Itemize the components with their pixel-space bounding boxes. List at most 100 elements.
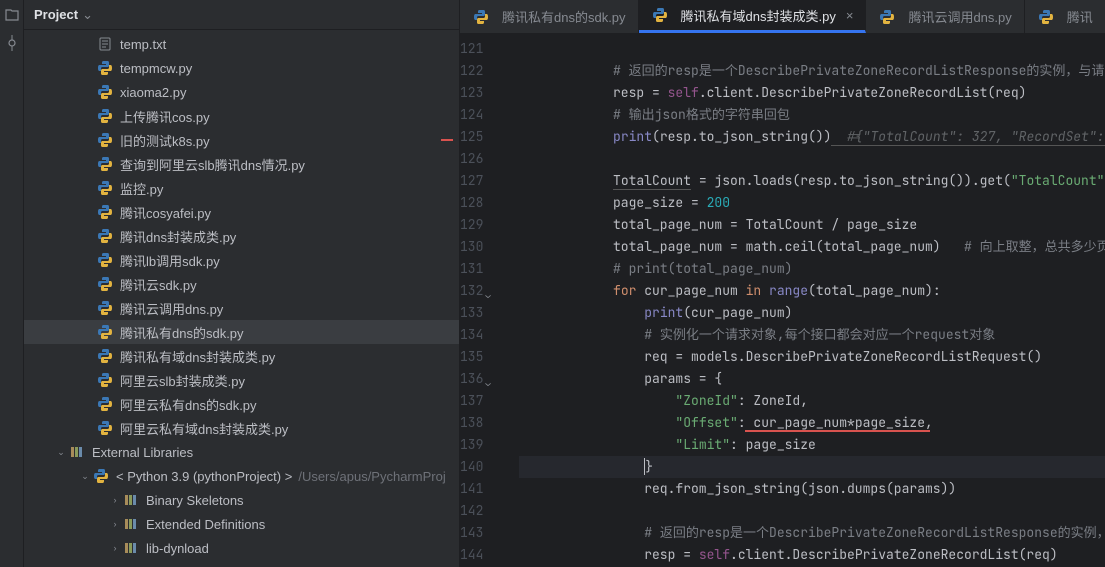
code-line[interactable]: total_page_num = TotalCount / page_size xyxy=(519,214,1105,236)
python-file-icon xyxy=(96,155,114,173)
file-tree[interactable]: temp.txttempmcw.pyxiaoma2.py 上传腾讯cos.py 旧的… xyxy=(24,30,459,567)
code-line[interactable]: req.from_json_string(json.dumps(params)) xyxy=(519,478,1105,500)
error-marker xyxy=(441,139,453,141)
file-item[interactable]: 阿里云私有dns的sdk.py xyxy=(24,392,459,416)
code-line[interactable]: params = { xyxy=(519,368,1105,390)
file-name-label: 阿里云slb封装成类.py xyxy=(120,371,245,390)
file-item[interactable]: tempmcw.py xyxy=(24,56,459,80)
code-line[interactable] xyxy=(519,38,1105,60)
file-name-label: 上传腾讯cos.py xyxy=(120,107,210,126)
file-name-label: 旧的测试k8s.py xyxy=(120,131,210,150)
file-item[interactable]: 腾讯cosyafei.py xyxy=(24,200,459,224)
editor-tab[interactable]: 腾讯私有dns的sdk.py xyxy=(460,0,639,33)
python-file-icon xyxy=(92,467,110,485)
lib-child-node[interactable]: ›Extended Definitions xyxy=(24,512,459,536)
line-number: 132 xyxy=(460,280,483,302)
sidebar-header[interactable]: Project ⌄ xyxy=(24,0,459,30)
code-area[interactable]: ⌄⌄ 1211221231241251261271281291301311321… xyxy=(460,34,1105,567)
file-item[interactable]: 腾讯lb调用sdk.py xyxy=(24,248,459,272)
file-item[interactable]: 阿里云私有域dns封装成类.py xyxy=(24,416,459,440)
file-item[interactable]: 腾讯dns封装成类.py xyxy=(24,224,459,248)
library-icon xyxy=(122,491,140,509)
code-line[interactable]: # 输出json格式的字符串回包 xyxy=(519,104,1105,126)
python-env-node[interactable]: ⌄ < Python 3.9 (pythonProject) > /Users/ap… xyxy=(24,464,459,488)
file-item[interactable]: 腾讯云调用dns.py xyxy=(24,296,459,320)
file-item[interactable]: 上传腾讯cos.py xyxy=(24,104,459,128)
library-icon xyxy=(122,515,140,533)
file-item[interactable]: 阿里云slb封装成类.py xyxy=(24,368,459,392)
file-item[interactable]: xiaoma2.py xyxy=(24,80,459,104)
python-file-icon xyxy=(96,131,114,149)
line-number: 123 xyxy=(460,82,483,104)
code-line[interactable]: "Limit": page_size xyxy=(519,434,1105,456)
editor-tab[interactable]: 腾讯云调用dns.py xyxy=(866,0,1024,33)
commit-tool-icon[interactable] xyxy=(3,34,21,52)
file-item[interactable]: 腾讯云sdk.py xyxy=(24,272,459,296)
line-number: 129 xyxy=(460,214,483,236)
line-number: 138 xyxy=(460,412,483,434)
tab-label: 腾讯私有域dns封装成类.py xyxy=(681,6,836,25)
file-name-label: 腾讯lb调用sdk.py xyxy=(120,251,220,270)
editor-tabs[interactable]: 腾讯私有dns的sdk.py 腾讯私有域dns封装成类.py × 腾讯云调用dns.p… xyxy=(460,0,1105,34)
file-name-label: 监控.py xyxy=(120,179,163,198)
external-libraries-node[interactable]: ⌄External Libraries xyxy=(24,440,459,464)
code-line[interactable] xyxy=(519,148,1105,170)
line-number: 135 xyxy=(460,346,483,368)
close-icon[interactable]: × xyxy=(846,8,854,23)
code-line[interactable] xyxy=(519,500,1105,522)
code-line[interactable]: print(cur_page_num) xyxy=(519,302,1105,324)
file-item[interactable]: 腾讯私有域dns封装成类.py xyxy=(24,344,459,368)
line-number: 142 xyxy=(460,500,483,522)
code-line[interactable]: # 返回的resp是一个DescribePrivateZoneRecordLis… xyxy=(519,60,1105,82)
fold-toggle-icon[interactable]: ⌄ xyxy=(485,372,490,394)
line-number: 122 xyxy=(460,60,483,82)
code-line[interactable]: # 实例化一个请求对象,每个接口都会对应一个request对象 xyxy=(519,324,1105,346)
code-line[interactable]: print(resp.to_json_string()) #{"TotalCou… xyxy=(519,126,1105,148)
file-name-label: 阿里云私有域dns封装成类.py xyxy=(120,419,288,438)
line-number: 143 xyxy=(460,522,483,544)
editor-area: 腾讯私有dns的sdk.py 腾讯私有域dns封装成类.py × 腾讯云调用dns.p… xyxy=(460,0,1105,567)
file-name-label: 查询到阿里云slb腾讯dns情况.py xyxy=(120,155,305,174)
file-item[interactable]: temp.txt xyxy=(24,32,459,56)
node-label: lib-dynload xyxy=(146,541,209,556)
code-line[interactable]: } xyxy=(519,456,1105,478)
line-number: 126 xyxy=(460,148,483,170)
file-item[interactable]: 腾讯私有dns的sdk.py xyxy=(24,320,459,344)
code-line[interactable]: for cur_page_num in range(total_page_num… xyxy=(519,280,1105,302)
line-number: 121 xyxy=(460,38,483,60)
code-line[interactable]: TotalCount = json.loads(resp.to_json_str… xyxy=(519,170,1105,192)
node-path: /Users/apus/PycharmProj xyxy=(298,469,445,484)
fold-toggle-icon[interactable]: ⌄ xyxy=(485,284,490,306)
chevron-down-icon: ⌄ xyxy=(54,447,68,458)
lib-child-node[interactable]: › lib-dynload xyxy=(24,536,459,560)
code-line[interactable]: page_size = 200 xyxy=(519,192,1105,214)
code-line[interactable]: "Offset": cur_page_num*page_size, xyxy=(519,412,1105,434)
code-line[interactable]: # print(total_page_num) xyxy=(519,258,1105,280)
chevron-down-icon: ⌄ xyxy=(78,471,92,482)
line-number: 133 xyxy=(460,302,483,324)
library-icon xyxy=(68,443,86,461)
code-content[interactable]: # 返回的resp是一个DescribePrivateZoneRecordLis… xyxy=(497,34,1105,567)
line-number: 141 xyxy=(460,478,483,500)
editor-tab[interactable]: 腾讯 xyxy=(1025,0,1105,33)
chevron-right-icon: › xyxy=(108,543,122,553)
code-line[interactable]: req = models.DescribePrivateZoneRecordLi… xyxy=(519,346,1105,368)
file-item[interactable]: 查询到阿里云slb腾讯dns情况.py xyxy=(24,152,459,176)
code-line[interactable]: resp = self.client.DescribePrivateZoneRe… xyxy=(519,82,1105,104)
code-line[interactable]: # 返回的resp是一个DescribePrivateZoneRecordLis… xyxy=(519,522,1105,544)
code-line[interactable]: total_page_num = math.ceil(total_page_nu… xyxy=(519,236,1105,258)
file-item[interactable]: 监控.py xyxy=(24,176,459,200)
node-label: < Python 3.9 (pythonProject) > xyxy=(116,469,292,484)
code-line[interactable]: "ZoneId": ZoneId, xyxy=(519,390,1105,412)
chevron-right-icon: › xyxy=(108,519,122,529)
file-name-label: 腾讯dns封装成类.py xyxy=(120,227,236,246)
python-file-icon xyxy=(96,347,114,365)
python-file-icon xyxy=(96,323,114,341)
python-file-icon xyxy=(96,371,114,389)
tool-window-stripe[interactable] xyxy=(0,0,24,567)
lib-child-node[interactable]: ›Binary Skeletons xyxy=(24,488,459,512)
project-tool-icon[interactable] xyxy=(3,6,21,24)
editor-tab[interactable]: 腾讯私有域dns封装成类.py × xyxy=(639,0,867,33)
file-item[interactable]: 旧的测试k8s.py xyxy=(24,128,459,152)
code-line[interactable]: resp = self.client.DescribePrivateZoneRe… xyxy=(519,544,1105,566)
